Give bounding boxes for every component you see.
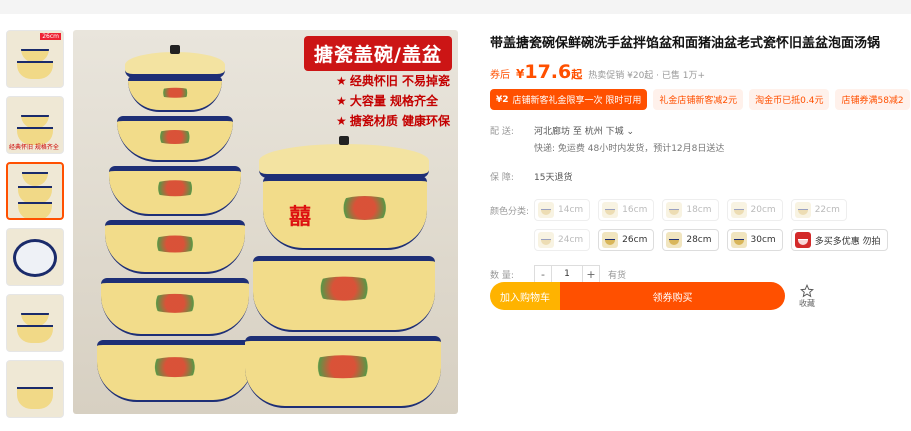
thumbnail-tag: 26cm bbox=[40, 33, 61, 40]
add-to-cart-button[interactable]: 加入购物车 bbox=[490, 282, 560, 310]
image-features: ★ 经典怀旧 不易掉瓷 ★ 大容量 规格齐全 ★ 搪瓷材质 健康环保 bbox=[336, 72, 450, 132]
quantity-minus-button[interactable]: - bbox=[534, 265, 552, 283]
thumbnail-2[interactable]: 经典怀旧 规格齐全 bbox=[6, 96, 64, 154]
shipping-route[interactable]: 河北廊坊 至 杭州 下城 ⌄ bbox=[534, 124, 724, 137]
shipping-detail: 快递: 免运费 48小时内发货，预计12月8日送达 bbox=[534, 144, 725, 154]
favorite-label: 收藏 bbox=[799, 298, 815, 308]
lid-knob bbox=[170, 45, 180, 54]
variant-option-30cm[interactable]: 30cm bbox=[726, 229, 783, 251]
promo-tag-coupon[interactable]: 店铺券满58减2 bbox=[835, 89, 910, 110]
shipping-row: 配 送: 河北廊坊 至 杭州 下城 ⌄ 快递: 免运费 48小时内发货，预计12… bbox=[490, 124, 900, 154]
bowl-lid bbox=[125, 52, 225, 78]
stock-status: 有货 bbox=[608, 270, 627, 281]
shipping-label: 配 送: bbox=[490, 127, 514, 137]
top-bar bbox=[0, 0, 911, 14]
bowl bbox=[245, 336, 441, 408]
bowl bbox=[253, 256, 435, 332]
thumbnail-6[interactable] bbox=[6, 360, 64, 418]
price-currency: ¥ bbox=[516, 67, 525, 81]
thumbnail-caption: 经典怀旧 规格齐全 bbox=[9, 144, 59, 151]
favorite-button[interactable]: 收藏 bbox=[799, 283, 815, 309]
variant-options: 14cm 16cm 18cm 20cm 22cm 24cm 26cm 28cm … bbox=[534, 199, 894, 251]
thumbnail-1[interactable]: 26cm bbox=[6, 30, 64, 88]
bowl-lid bbox=[259, 144, 429, 178]
variant-option-14cm[interactable]: 14cm bbox=[534, 199, 591, 221]
thumbnail-3-selected[interactable] bbox=[6, 162, 64, 220]
price-row: 券后 ¥ 17.6起 热卖促销 ¥20起 · 已售 1万+ bbox=[490, 61, 900, 83]
variant-label: 颜色分类: bbox=[490, 207, 530, 217]
lid-knob bbox=[339, 136, 349, 145]
feature-item: ★ 搪瓷材质 健康环保 bbox=[336, 114, 450, 128]
new-customer-coupon[interactable]: ¥2 店铺新客礼金限享一次 限时可用 bbox=[490, 89, 648, 110]
thumbnail-list: 26cm 经典怀旧 规格齐全 bbox=[6, 30, 66, 426]
xi-character: 囍 bbox=[289, 205, 312, 230]
main-product-image[interactable]: 搪瓷盖碗/盖盆 ★ 经典怀旧 不易掉瓷 ★ 大容量 规格齐全 ★ 搪瓷材质 健康环保 … bbox=[73, 30, 458, 414]
bowl: 囍 bbox=[263, 176, 427, 250]
thumbnail-4[interactable] bbox=[6, 228, 64, 286]
product-title: 带盖搪瓷碗保鲜碗洗手盆拌馅盆和面猪油盆老式瓷怀旧盖盆泡面汤锅 bbox=[490, 36, 881, 51]
promo-row: ¥2 店铺新客礼金限享一次 限时可用 礼金店铺新客减2元 淘金币已抵0.4元 店… bbox=[490, 89, 910, 110]
bowl bbox=[117, 116, 233, 162]
variant-option-26cm[interactable]: 26cm bbox=[598, 229, 655, 251]
action-bar: 加入购物车 领券购买 收藏 bbox=[490, 282, 815, 310]
variant-option-18cm[interactable]: 18cm bbox=[662, 199, 719, 221]
price-note: 热卖促销 ¥20起 · 已售 1万+ bbox=[588, 71, 705, 81]
feature-item: ★ 大容量 规格齐全 bbox=[336, 94, 438, 108]
variant-option-20cm[interactable]: 20cm bbox=[726, 199, 783, 221]
variant-option-22cm[interactable]: 22cm bbox=[790, 199, 847, 221]
product-info-panel: 带盖搪瓷碗保鲜碗洗手盆拌馅盆和面猪油盆老式瓷怀旧盖盆泡面汤锅 券后 ¥ 17.6… bbox=[490, 32, 910, 283]
thumbnail-5[interactable] bbox=[6, 294, 64, 352]
variant-option-24cm[interactable]: 24cm bbox=[534, 229, 591, 251]
quantity-row: 数 量: - 1 + 有货 bbox=[490, 265, 900, 283]
bowl bbox=[97, 340, 253, 402]
promo-tag-coins[interactable]: 淘金币已抵0.4元 bbox=[749, 89, 830, 110]
variant-option-28cm[interactable]: 28cm bbox=[662, 229, 719, 251]
bowl bbox=[128, 76, 222, 112]
variant-option-bulk-discount[interactable]: 多买多优惠 勿拍 bbox=[790, 229, 888, 251]
price-label: 券后 bbox=[490, 70, 510, 81]
guarantee-label: 保 障: bbox=[490, 173, 514, 183]
quantity-plus-button[interactable]: + bbox=[582, 265, 600, 283]
variant-row: 颜色分类: 14cm 16cm 18cm 20cm 22cm 24cm 26cm… bbox=[490, 199, 900, 251]
buy-with-coupon-button[interactable]: 领券购买 bbox=[560, 282, 785, 310]
quantity-stepper: - 1 + bbox=[534, 265, 600, 283]
guarantee-value: 15天退货 bbox=[534, 173, 573, 183]
bowl bbox=[105, 220, 245, 274]
variant-option-16cm[interactable]: 16cm bbox=[598, 199, 655, 221]
star-icon bbox=[800, 283, 814, 297]
image-banner: 搪瓷盖碗/盖盆 bbox=[304, 36, 452, 71]
quantity-input[interactable]: 1 bbox=[552, 265, 582, 283]
quantity-label: 数 量: bbox=[490, 270, 514, 281]
guarantee-row: 保 障: 15天退货 bbox=[490, 170, 900, 183]
price-value: 17.6起 bbox=[524, 61, 583, 83]
bowl bbox=[109, 166, 241, 216]
promo-tag-gift[interactable]: 礼金店铺新客减2元 bbox=[653, 89, 744, 110]
bowl bbox=[101, 278, 249, 336]
feature-item: ★ 经典怀旧 不易掉瓷 bbox=[336, 74, 450, 88]
